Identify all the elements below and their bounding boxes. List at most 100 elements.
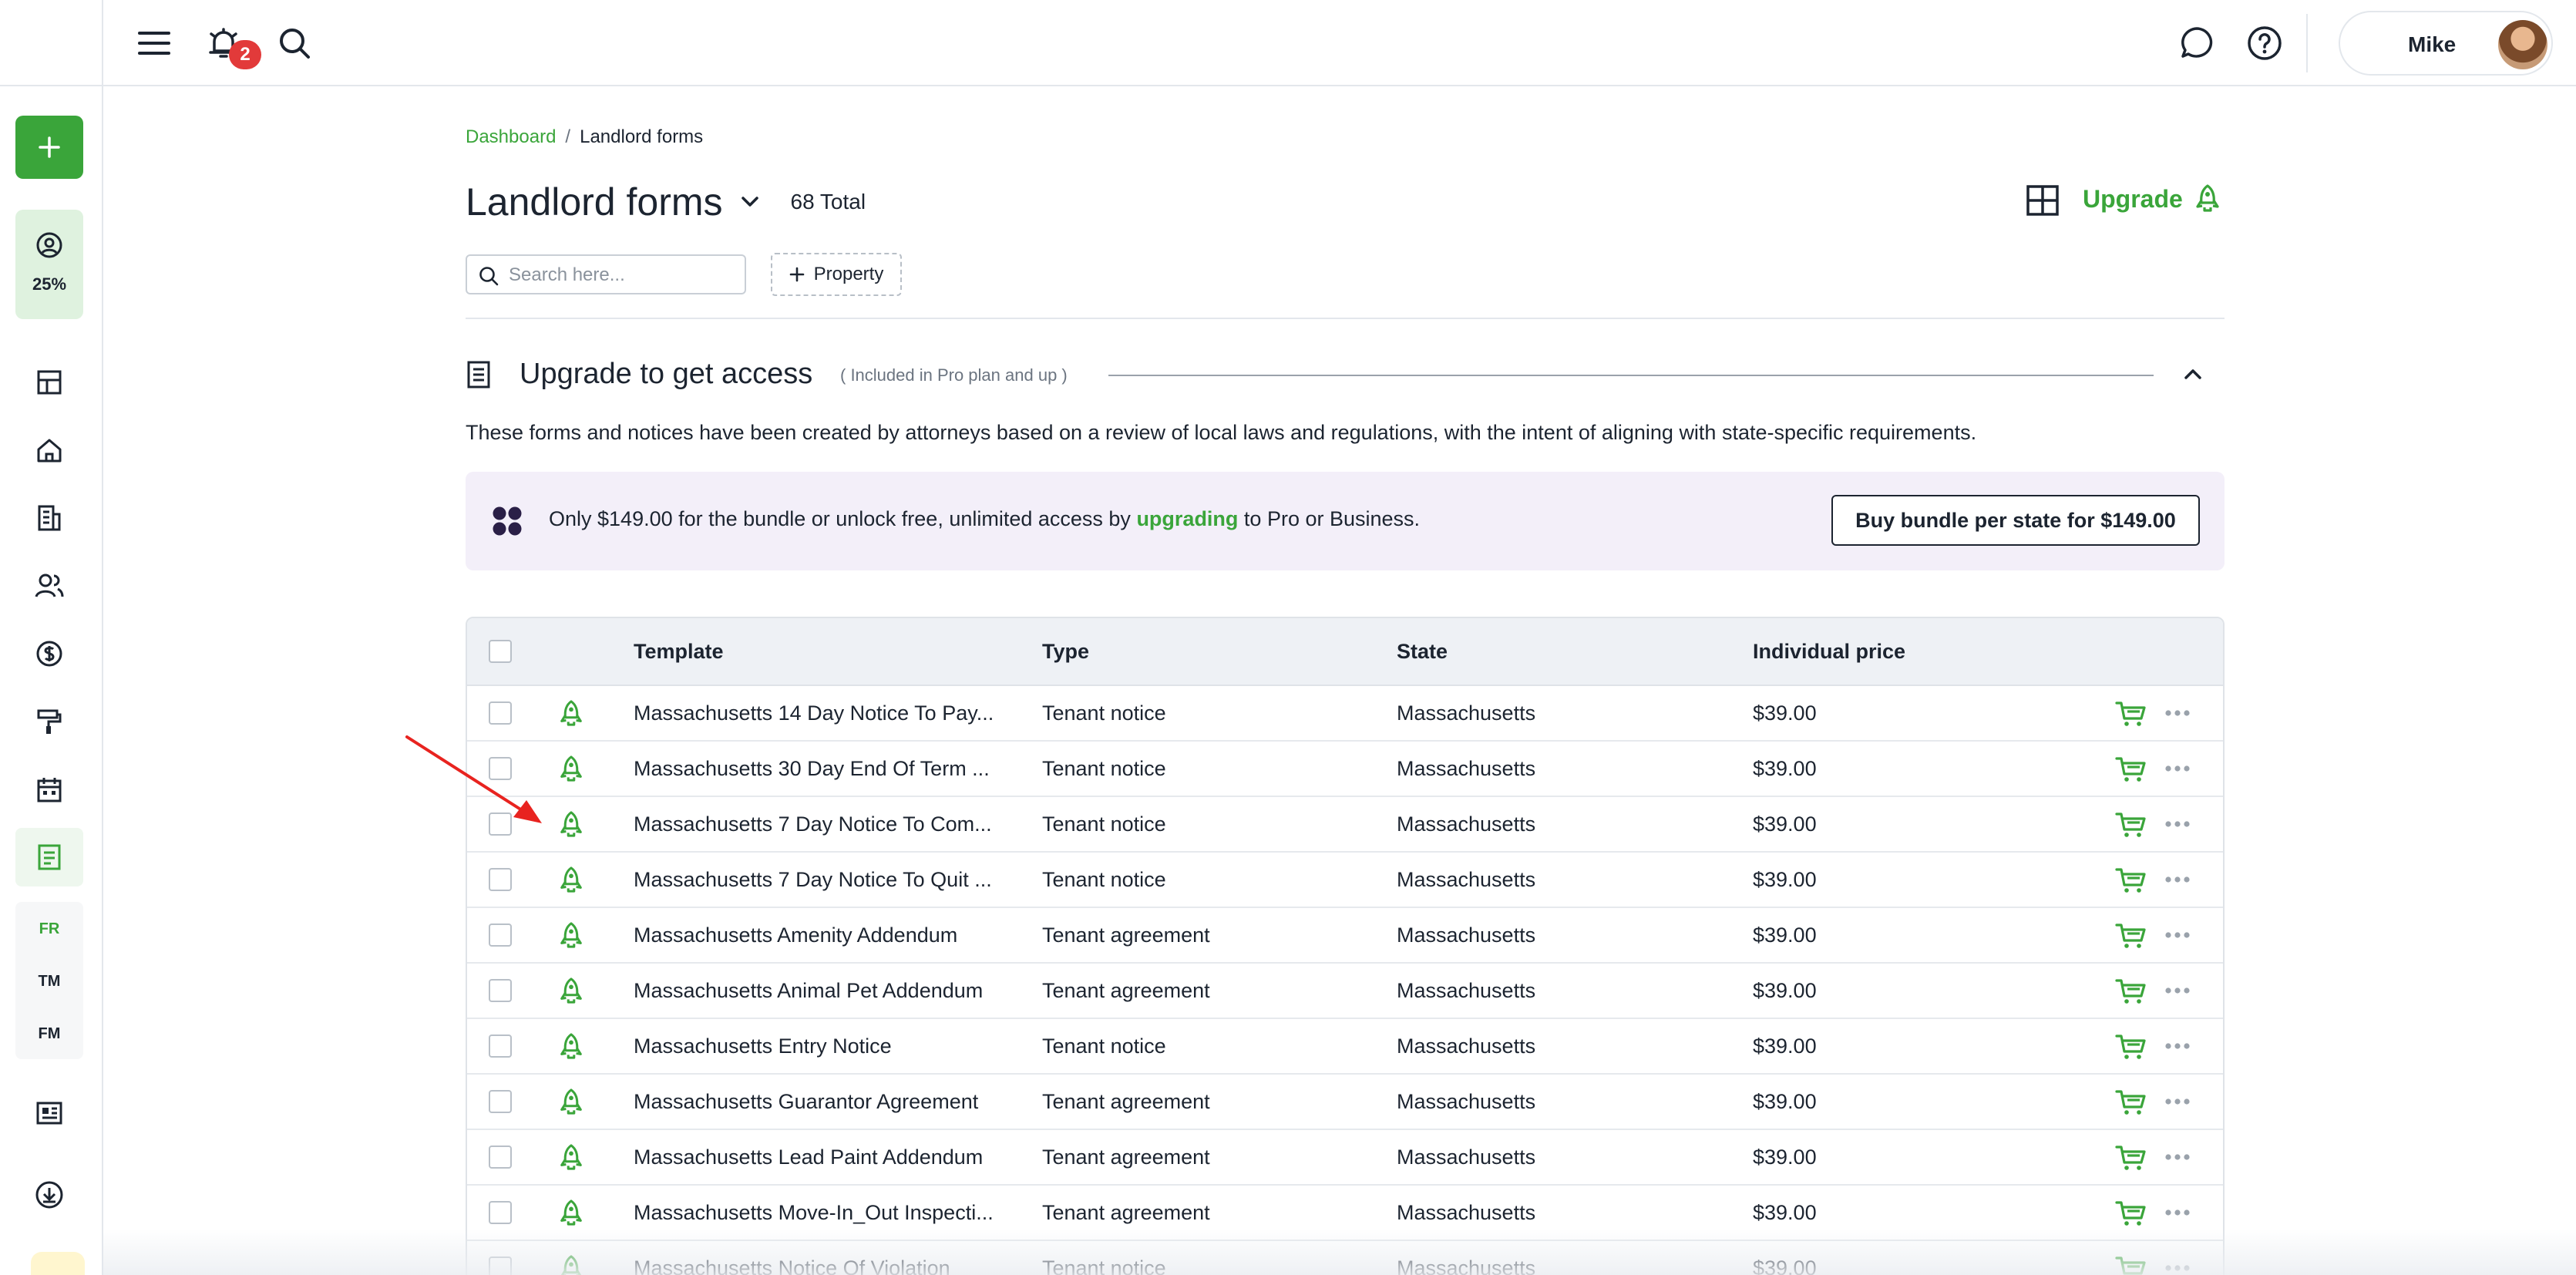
- setup-progress[interactable]: 25%: [15, 210, 83, 319]
- row-actions-button[interactable]: [2164, 876, 2191, 883]
- sidebar-item-properties[interactable]: [32, 433, 66, 467]
- row-checkbox[interactable]: [489, 1090, 512, 1113]
- title-dropdown-button[interactable]: [738, 190, 762, 214]
- sidebar-tag-tm[interactable]: TM: [15, 956, 83, 1007]
- add-to-cart-button[interactable]: [2115, 1088, 2146, 1116]
- sidebar-item-accounting[interactable]: [32, 637, 66, 671]
- form-price: $39.00: [1753, 757, 1817, 780]
- template-name[interactable]: Massachusetts Move-In_Out Inspecti...: [634, 1201, 994, 1225]
- search-input[interactable]: [509, 264, 740, 287]
- sidebar-item-news[interactable]: [32, 1096, 66, 1130]
- add-to-cart-button[interactable]: [2115, 700, 2146, 728]
- page-title[interactable]: Landlord forms: [466, 180, 723, 224]
- add-to-cart-button[interactable]: [2115, 1144, 2146, 1172]
- upgrade-required-badge[interactable]: [558, 754, 584, 785]
- sidebar-tag-fr[interactable]: FR: [15, 903, 83, 954]
- paint-roller-icon: [37, 709, 62, 734]
- sidebar-item-forms[interactable]: [15, 828, 83, 886]
- buy-bundle-button[interactable]: Buy bundle per state for $149.00: [1831, 495, 2200, 546]
- plus-icon: [39, 136, 60, 158]
- template-name[interactable]: Massachusetts Amenity Addendum: [634, 923, 957, 947]
- sidebar-item-downloads[interactable]: [32, 1178, 66, 1212]
- upgrade-required-badge[interactable]: [558, 920, 584, 951]
- add-to-cart-button[interactable]: [2115, 866, 2146, 894]
- help-button[interactable]: [2241, 20, 2288, 66]
- table-row[interactable]: Massachusetts Entry Notice Tenant notice M…: [467, 1019, 2223, 1075]
- table-row[interactable]: Massachusetts Amenity Addendum Tenant agr…: [467, 908, 2223, 964]
- select-all-checkbox[interactable]: [489, 640, 512, 663]
- row-actions-button[interactable]: [2164, 987, 2191, 994]
- row-checkbox[interactable]: [489, 868, 512, 891]
- row-actions-button[interactable]: [2164, 765, 2191, 772]
- global-search-button[interactable]: [271, 20, 318, 66]
- upgrade-link[interactable]: Upgrade: [2083, 183, 2221, 214]
- row-checkbox[interactable]: [489, 979, 512, 1002]
- template-name[interactable]: Massachusetts Lead Paint Addendum: [634, 1145, 983, 1169]
- row-checkbox[interactable]: [489, 1145, 512, 1169]
- upgrade-required-badge[interactable]: [558, 1031, 584, 1062]
- template-name[interactable]: Massachusetts Guarantor Agreement: [634, 1090, 978, 1114]
- row-actions-button[interactable]: [2164, 1042, 2191, 1050]
- template-name[interactable]: Massachusetts 30 Day End Of Term ...: [634, 757, 990, 781]
- upgrade-required-badge[interactable]: [558, 698, 584, 729]
- upgrade-required-badge[interactable]: [558, 865, 584, 896]
- user-menu[interactable]: Mike: [2339, 11, 2553, 76]
- row-actions-button[interactable]: [2164, 931, 2191, 939]
- sidebar-item-dashboard[interactable]: [32, 365, 66, 399]
- column-header-template[interactable]: Template: [634, 640, 724, 664]
- upgrade-required-badge[interactable]: [558, 1087, 584, 1118]
- table-row[interactable]: Massachusetts Lead Paint Addendum Tenant …: [467, 1130, 2223, 1186]
- column-header-type[interactable]: Type: [1042, 640, 1089, 664]
- upgrade-required-badge[interactable]: [558, 976, 584, 1007]
- add-to-cart-button[interactable]: [2115, 922, 2146, 950]
- row-checkbox[interactable]: [489, 1201, 512, 1224]
- row-actions-button[interactable]: [2164, 1153, 2191, 1161]
- upgrade-required-badge[interactable]: [558, 1142, 584, 1173]
- row-checkbox[interactable]: [489, 701, 512, 725]
- add-to-cart-button[interactable]: [2115, 755, 2146, 783]
- upgrading-link[interactable]: upgrading: [1136, 507, 1238, 530]
- news-icon: [36, 1102, 62, 1125]
- upgrade-required-badge[interactable]: [558, 809, 584, 840]
- sidebar-item-maintenance[interactable]: [32, 705, 66, 738]
- column-header-price[interactable]: Individual price: [1753, 640, 1905, 664]
- table-row[interactable]: Massachusetts Animal Pet Addendum Tenant …: [467, 964, 2223, 1019]
- sidebar-item-people[interactable]: [32, 569, 66, 603]
- search-field[interactable]: [466, 254, 746, 294]
- add-new-button[interactable]: [15, 116, 83, 179]
- template-name[interactable]: Massachusetts 14 Day Notice To Pay...: [634, 701, 994, 725]
- table-row[interactable]: Massachusetts Guarantor Agreement Tenant …: [467, 1075, 2223, 1130]
- template-name[interactable]: Massachusetts Entry Notice: [634, 1034, 892, 1058]
- messages-button[interactable]: [2174, 20, 2220, 66]
- row-checkbox[interactable]: [489, 923, 512, 947]
- more-icon: [2165, 710, 2190, 716]
- add-to-cart-button[interactable]: [2115, 1199, 2146, 1227]
- calendar-icon: [37, 778, 62, 802]
- row-actions-button[interactable]: [2164, 820, 2191, 828]
- collapse-section-button[interactable]: [2181, 362, 2204, 385]
- table-row[interactable]: Massachusetts 14 Day Notice To Pay... Ten…: [467, 686, 2223, 742]
- sidebar-tag-fm[interactable]: FM: [15, 1008, 83, 1059]
- sidebar-item-calendar[interactable]: [32, 772, 66, 806]
- menu-button[interactable]: [131, 20, 177, 66]
- table-row[interactable]: Massachusetts 7 Day Notice To Com... Tena…: [467, 797, 2223, 853]
- column-header-state[interactable]: State: [1397, 640, 1448, 664]
- add-to-cart-button[interactable]: [2115, 811, 2146, 839]
- template-name[interactable]: Massachusetts Animal Pet Addendum: [634, 979, 983, 1003]
- breadcrumb-dashboard[interactable]: Dashboard: [466, 126, 556, 147]
- property-filter-button[interactable]: Property: [771, 253, 902, 296]
- sidebar-item-buildings[interactable]: [32, 501, 66, 535]
- row-checkbox[interactable]: [489, 1034, 512, 1058]
- grid-view-button[interactable]: [2024, 182, 2061, 219]
- row-actions-button[interactable]: [2164, 1209, 2191, 1216]
- row-actions-button[interactable]: [2164, 709, 2191, 717]
- template-name[interactable]: Massachusetts 7 Day Notice To Quit ...: [634, 868, 992, 892]
- table-row[interactable]: Massachusetts 30 Day End Of Term ... Tena…: [467, 742, 2223, 797]
- sidebar-promo-chip[interactable]: [31, 1252, 85, 1275]
- table-row[interactable]: Massachusetts 7 Day Notice To Quit ... Te…: [467, 853, 2223, 908]
- add-to-cart-button[interactable]: [2115, 1033, 2146, 1061]
- row-actions-button[interactable]: [2164, 1098, 2191, 1105]
- upgrade-required-badge[interactable]: [558, 1198, 584, 1229]
- template-name[interactable]: Massachusetts 7 Day Notice To Com...: [634, 812, 992, 836]
- add-to-cart-button[interactable]: [2115, 977, 2146, 1005]
